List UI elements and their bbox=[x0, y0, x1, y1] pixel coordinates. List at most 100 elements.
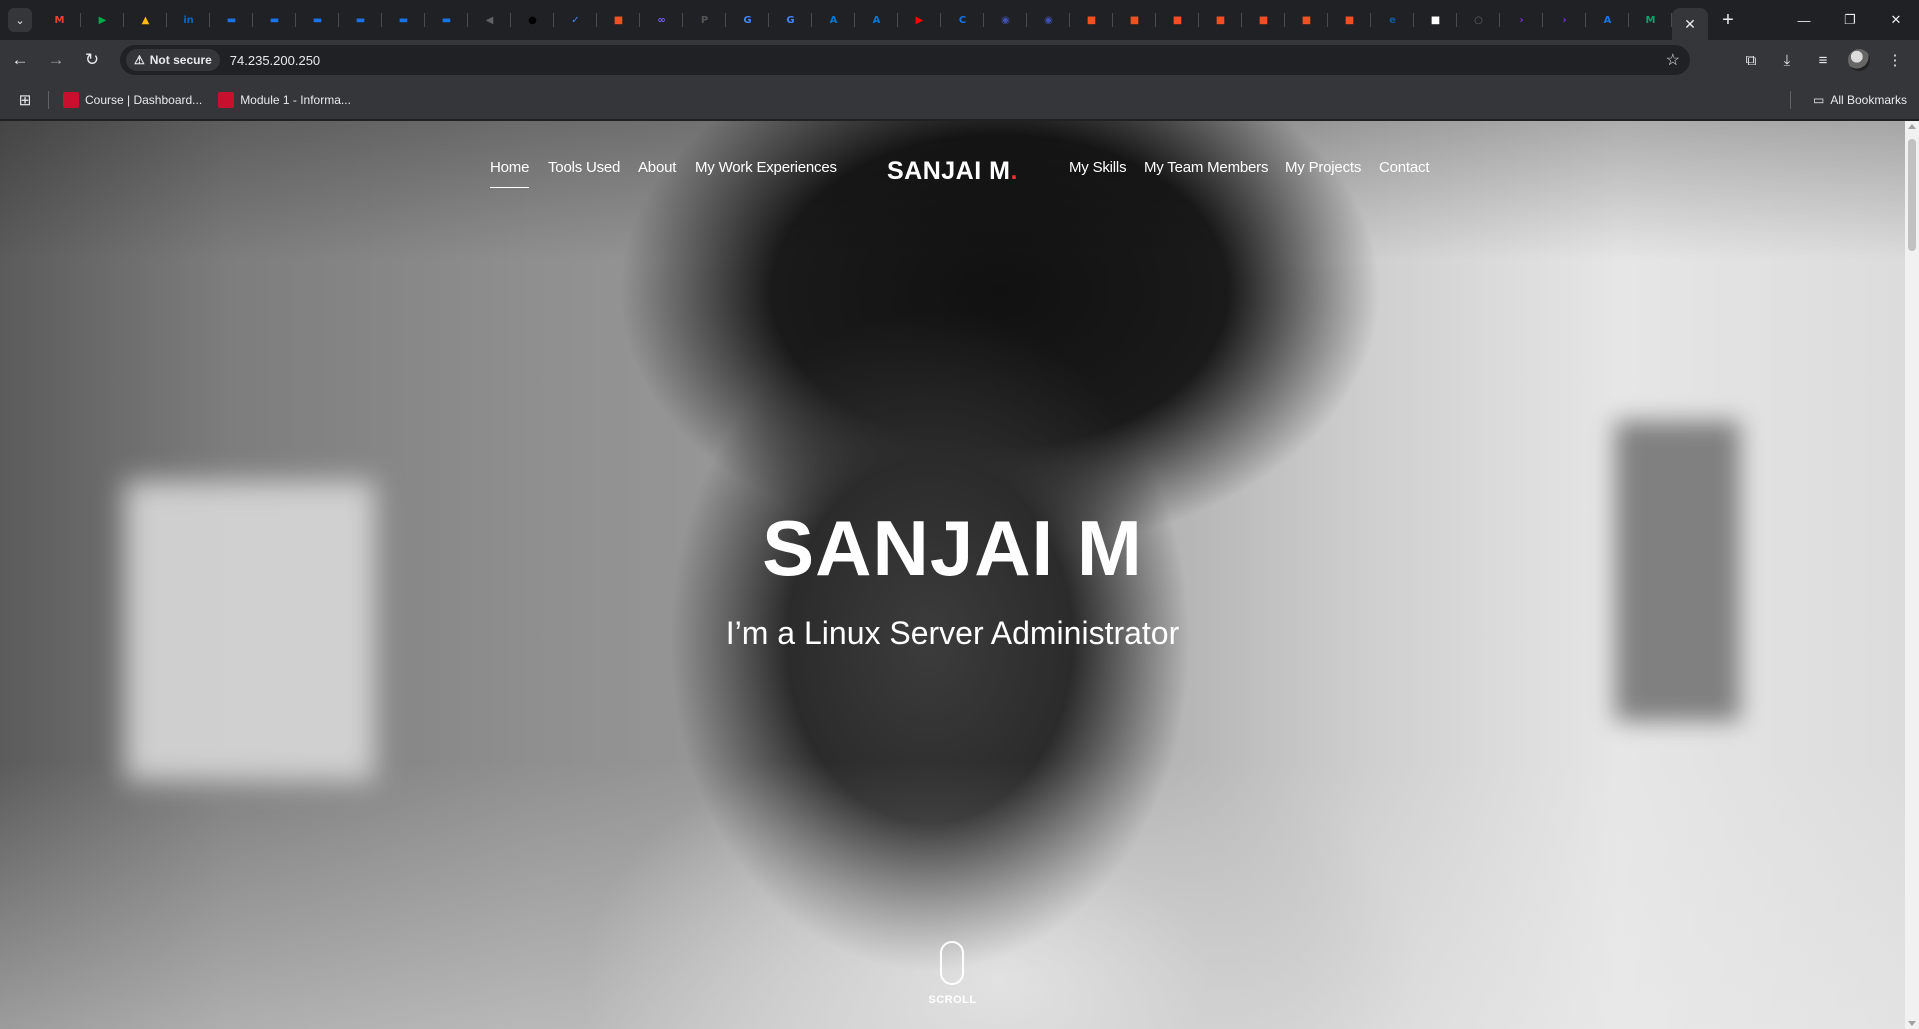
menu-button[interactable]: ⋮ bbox=[1879, 44, 1911, 76]
close-icon[interactable]: ✕ bbox=[1684, 16, 1696, 33]
pinned-tab[interactable]: ■ bbox=[1328, 0, 1371, 40]
pinned-tab[interactable]: ◉ bbox=[1027, 0, 1070, 40]
nav-about[interactable]: About bbox=[638, 159, 676, 176]
site-icon: ▬ bbox=[355, 14, 366, 26]
pinned-tab[interactable]: A bbox=[1586, 0, 1629, 40]
tab-search-button[interactable]: ⌄ bbox=[8, 8, 32, 32]
pinned-tab[interactable]: ✓ bbox=[554, 0, 597, 40]
top-shade bbox=[0, 121, 1905, 261]
pinned-tab[interactable]: in bbox=[167, 0, 210, 40]
pinned-tab[interactable]: ∞ bbox=[640, 0, 683, 40]
pinned-tab[interactable]: e bbox=[1371, 0, 1414, 40]
all-bookmarks-button[interactable]: ▭ All Bookmarks bbox=[1813, 86, 1907, 114]
pinned-tab[interactable]: ■ bbox=[1156, 0, 1199, 40]
reload-button[interactable]: ↻ bbox=[76, 44, 108, 76]
scroll-label[interactable]: SCROLL bbox=[0, 994, 1905, 1006]
nav-work-experiences[interactable]: My Work Experiences bbox=[695, 159, 837, 176]
bookmark-favicon-icon bbox=[218, 91, 235, 108]
pinned-tab[interactable]: ■ bbox=[1414, 0, 1457, 40]
media-button[interactable]: ≡ bbox=[1807, 44, 1839, 76]
microsoft-icon: ■ bbox=[613, 14, 624, 26]
infinity-icon: ∞ bbox=[657, 14, 666, 26]
nav-team-members[interactable]: My Team Members bbox=[1144, 159, 1268, 176]
bookmark-course-dashboard[interactable]: Course | Dashboard... bbox=[55, 86, 210, 114]
address-bar[interactable]: ⚠ Not secure 74.235.200.250 ☆ bbox=[120, 45, 1690, 75]
circle-icon: ○ bbox=[1474, 14, 1483, 26]
bookmark-star-icon[interactable]: ☆ bbox=[1666, 50, 1680, 70]
edge-icon: e bbox=[1389, 14, 1396, 26]
arrow-right-icon: → bbox=[47, 50, 65, 69]
nav-skills[interactable]: My Skills bbox=[1069, 159, 1127, 176]
apps-button[interactable]: ⊞ bbox=[10, 85, 40, 115]
bookmark-module-1[interactable]: Module 1 - Informa... bbox=[210, 86, 359, 114]
pinned-tab[interactable]: ▶ bbox=[81, 0, 124, 40]
security-chip[interactable]: ⚠ Not secure bbox=[126, 49, 220, 71]
extensions-button[interactable]: ⧉ bbox=[1735, 44, 1767, 76]
close-icon: ✕ bbox=[1890, 12, 1902, 27]
nav-home[interactable]: Home bbox=[490, 159, 530, 188]
page-viewport: Home Tools Used About My Work Experience… bbox=[0, 121, 1919, 1029]
pinned-tab[interactable]: ■ bbox=[1285, 0, 1328, 40]
scroll-up-arrow-icon[interactable] bbox=[1908, 124, 1916, 129]
pinned-tab[interactable]: ▬ bbox=[210, 0, 253, 40]
pinned-tab[interactable]: ■ bbox=[597, 0, 640, 40]
restore-button[interactable]: ❐ bbox=[1827, 0, 1873, 40]
pinned-tab[interactable]: ▬ bbox=[253, 0, 296, 40]
pinned-tab[interactable]: ▬ bbox=[339, 0, 382, 40]
pinned-tab[interactable]: ■ bbox=[1242, 0, 1285, 40]
forward-button[interactable]: → bbox=[40, 44, 72, 76]
pinned-tab[interactable]: A bbox=[812, 0, 855, 40]
nav-projects[interactable]: My Projects bbox=[1285, 159, 1361, 176]
close-window-button[interactable]: ✕ bbox=[1873, 0, 1919, 40]
pinned-tab[interactable]: A bbox=[855, 0, 898, 40]
background-floor bbox=[0, 761, 1905, 1029]
microsoft-icon: ■ bbox=[1172, 14, 1183, 26]
pinned-tab[interactable]: ■ bbox=[1199, 0, 1242, 40]
url-text[interactable]: 74.235.200.250 bbox=[230, 53, 320, 68]
pinned-tab[interactable]: G bbox=[726, 0, 769, 40]
site-logo[interactable]: SANJAI M. bbox=[887, 157, 1018, 186]
pinned-tab[interactable]: P bbox=[683, 0, 726, 40]
pinned-tab[interactable]: ◉ bbox=[984, 0, 1027, 40]
apps-grid-icon: ⊞ bbox=[18, 91, 32, 109]
square-icon: ■ bbox=[1430, 14, 1441, 26]
pinned-tab[interactable]: ▶ bbox=[898, 0, 941, 40]
minimize-icon: — bbox=[1797, 12, 1811, 28]
new-tab-button[interactable]: + bbox=[1712, 4, 1744, 36]
pinned-tab[interactable]: ▲ bbox=[124, 0, 167, 40]
profile-button[interactable] bbox=[1843, 44, 1875, 76]
drive-icon: ▲ bbox=[141, 14, 150, 26]
media-icon: ≡ bbox=[1818, 51, 1828, 69]
pinned-tab[interactable]: ■ bbox=[1113, 0, 1156, 40]
back-button[interactable]: ← bbox=[4, 44, 36, 76]
pinned-tab[interactable]: › bbox=[1500, 0, 1543, 40]
minimize-button[interactable]: — bbox=[1781, 0, 1827, 40]
app-icon: ◉ bbox=[1044, 14, 1053, 26]
scrollbar-thumb[interactable] bbox=[1908, 139, 1916, 251]
nav-contact[interactable]: Contact bbox=[1379, 159, 1429, 176]
pinned-tab[interactable]: › bbox=[1543, 0, 1586, 40]
warning-icon: ⚠ bbox=[134, 53, 145, 67]
active-tab[interactable]: ✕ bbox=[1672, 8, 1708, 40]
meet-icon: ▶ bbox=[98, 14, 107, 26]
pinned-tab[interactable]: ▬ bbox=[296, 0, 339, 40]
pinned-tab[interactable]: ◀ bbox=[468, 0, 511, 40]
scroll-down-arrow-icon[interactable] bbox=[1908, 1021, 1916, 1026]
pinned-tab[interactable]: G bbox=[769, 0, 812, 40]
pinned-tab[interactable]: ▬ bbox=[382, 0, 425, 40]
bookmark-label: Course | Dashboard... bbox=[85, 92, 203, 107]
scroll-mouse-icon[interactable] bbox=[940, 941, 964, 985]
pinned-tab[interactable]: C bbox=[941, 0, 984, 40]
plus-icon: + bbox=[1722, 8, 1734, 31]
nav-tools-used[interactable]: Tools Used bbox=[548, 159, 620, 176]
pinned-tab[interactable]: ○ bbox=[1457, 0, 1500, 40]
pinned-tab[interactable]: M bbox=[38, 0, 81, 40]
pinned-tab[interactable]: ■ bbox=[1070, 0, 1113, 40]
m-icon: M bbox=[1645, 14, 1656, 26]
linkedin-icon: in bbox=[183, 14, 194, 26]
pinned-tab[interactable]: ● bbox=[511, 0, 554, 40]
page-scrollbar[interactable] bbox=[1905, 121, 1919, 1029]
downloads-button[interactable]: ⤓ bbox=[1771, 44, 1803, 76]
pinned-tab[interactable]: ▬ bbox=[425, 0, 468, 40]
pinned-tab[interactable]: M bbox=[1629, 0, 1672, 40]
